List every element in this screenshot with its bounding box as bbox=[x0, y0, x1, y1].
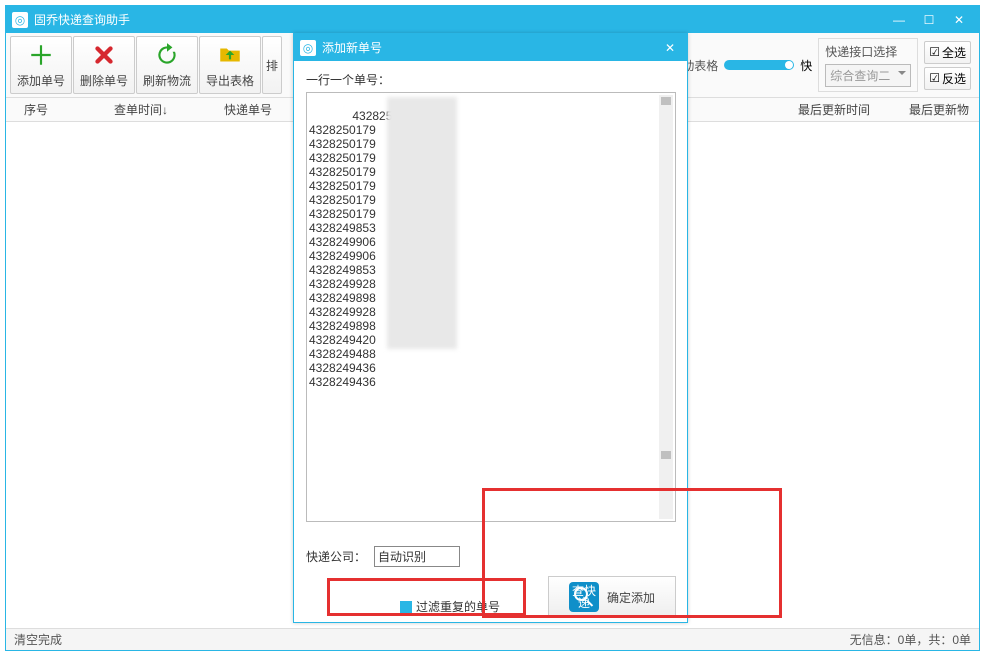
col-last-update-obj[interactable]: 最后更新物 bbox=[899, 101, 979, 118]
col-last-update-time[interactable]: 最后更新时间 bbox=[769, 101, 899, 118]
interface-select[interactable]: 综合查询二 bbox=[825, 64, 911, 87]
main-titlebar: ◎ 固乔快递查询助手 — ☐ ✕ bbox=[6, 6, 979, 33]
app-icon: ◎ bbox=[12, 12, 28, 28]
speed-label: 快 bbox=[800, 57, 812, 74]
magnifier-icon: ◎ bbox=[300, 40, 316, 56]
dialog-close-button[interactable]: ✕ bbox=[659, 37, 681, 59]
export-button[interactable]: 导出表格 bbox=[199, 36, 261, 94]
confirm-add-button[interactable]: 查快递 确定添加 bbox=[548, 576, 676, 618]
textarea-scrollbar[interactable] bbox=[659, 95, 673, 519]
select-all-button[interactable]: ☑全选 bbox=[924, 41, 971, 64]
interface-group: 快递接口选择 综合查询二 bbox=[818, 38, 918, 92]
status-right: 无信息：0单，共：0单 bbox=[850, 631, 971, 648]
plus-icon bbox=[27, 41, 55, 69]
status-bar: 清空完成 无信息：0单，共：0单 bbox=[6, 628, 979, 650]
maximize-button[interactable]: ☐ bbox=[915, 10, 943, 30]
more-button[interactable]: 排 bbox=[262, 36, 282, 94]
search-express-icon: 查快递 bbox=[569, 582, 599, 612]
filter-duplicate-checkbox[interactable]: 过滤重复的单号 bbox=[400, 598, 500, 615]
speed-slider[interactable] bbox=[724, 60, 794, 70]
dialog-titlebar: ◎ 添加新单号 ✕ bbox=[294, 34, 687, 61]
x-icon bbox=[90, 41, 118, 69]
col-query-time[interactable]: 查单时间↓ bbox=[66, 101, 216, 118]
checklist-icon: ☑ bbox=[929, 45, 940, 59]
invert-select-button[interactable]: ☑反选 bbox=[924, 67, 971, 90]
folder-icon bbox=[216, 41, 244, 69]
dialog-title: 添加新单号 bbox=[322, 39, 659, 56]
invert-icon: ☑ bbox=[929, 71, 940, 85]
refresh-button[interactable]: 刷新物流 bbox=[136, 36, 198, 94]
company-select[interactable]: 自动识别 bbox=[374, 546, 460, 567]
close-button[interactable]: ✕ bbox=[945, 10, 973, 30]
tracking-numbers-textarea[interactable]: 4328250179 4328250179 4328250179 4328250… bbox=[306, 92, 676, 522]
add-tracking-button[interactable]: 添加单号 bbox=[10, 36, 72, 94]
delete-tracking-button[interactable]: 删除单号 bbox=[73, 36, 135, 94]
add-tracking-dialog: ◎ 添加新单号 ✕ 一行一个单号： 4328250179 4328250179 … bbox=[293, 33, 688, 623]
col-seq[interactable]: 序号 bbox=[6, 101, 66, 118]
redacted-area bbox=[387, 97, 457, 349]
minimize-button[interactable]: — bbox=[885, 10, 913, 30]
company-label: 快递公司： bbox=[306, 548, 366, 565]
status-left: 清空完成 bbox=[14, 631, 62, 648]
app-title: 固乔快递查询助手 bbox=[34, 11, 885, 28]
one-per-line-label: 一行一个单号： bbox=[306, 71, 675, 88]
checkbox-icon bbox=[400, 601, 412, 613]
refresh-icon bbox=[153, 41, 181, 69]
